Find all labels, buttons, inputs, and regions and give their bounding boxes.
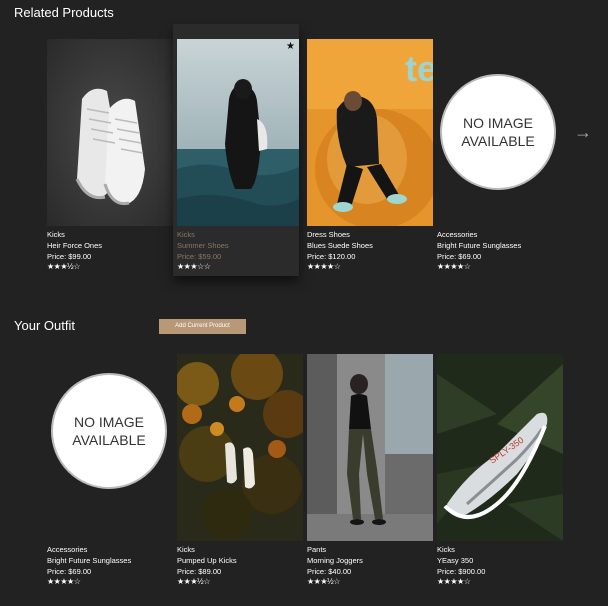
product-image[interactable] <box>177 354 303 541</box>
related-product-card-4[interactable]: NO IMAGE AVAILABLE Accessories Bright Fu… <box>437 24 563 271</box>
svg-text:te: te <box>405 48 433 89</box>
product-name: Bright Future Sunglasses <box>437 241 522 250</box>
product-name: Morning Joggers <box>307 556 363 565</box>
product-price: Price: $120.00 <box>307 252 356 261</box>
product-category: Kicks <box>47 230 65 239</box>
product-name: Heir Force Ones <box>47 241 103 250</box>
product-price: Price: $69.00 <box>437 252 482 261</box>
product-info: Kicks Heir Force Ones Price: $99.00 ★★★½… <box>47 229 173 272</box>
product-category: Kicks <box>177 230 195 239</box>
product-price: Price: $69.00 <box>47 567 92 576</box>
product-category: Kicks <box>177 545 195 554</box>
product-name: YEasy 350 <box>437 556 474 565</box>
product-name: Pumped Up Kicks <box>177 556 237 565</box>
outfit-product-card-3[interactable]: Pants Morning Joggers Price: $40.00 ★★★½… <box>307 339 433 586</box>
related-product-card-3[interactable]: te Dress Shoes Blues Suede Shoes Price: … <box>307 24 433 271</box>
related-product-card-2[interactable]: ★ Kicks Summer Shoes Price: $59.00 ★★★☆☆ <box>173 24 299 276</box>
product-name: Bright Future Sunglasses <box>47 556 132 565</box>
product-price: Price: $900.00 <box>437 567 486 576</box>
rating-stars: ★★★★☆ <box>47 577 81 586</box>
add-current-product-button[interactable]: Add Current Product <box>159 319 246 334</box>
product-image[interactable] <box>177 39 299 226</box>
next-arrow-icon[interactable]: → <box>574 122 592 143</box>
product-name: Blues Suede Shoes <box>307 241 373 250</box>
outfit-product-card-2[interactable]: Kicks Pumped Up Kicks Price: $89.00 ★★★½… <box>177 339 303 586</box>
rating-stars: ★★★★☆ <box>437 262 471 271</box>
product-price: Price: $89.00 <box>177 567 222 576</box>
no-image-text-line-2: AVAILABLE <box>72 432 146 448</box>
product-info: Kicks Summer Shoes Price: $59.00 ★★★☆☆ <box>177 229 303 272</box>
product-info: Pants Morning Joggers Price: $40.00 ★★★½… <box>307 544 433 587</box>
related-products-title: Related Products <box>14 5 114 20</box>
product-category: Accessories <box>47 545 88 554</box>
rating-stars: ★★★★☆ <box>307 262 341 271</box>
product-info: Accessories Bright Future Sunglasses Pri… <box>47 544 173 587</box>
product-category: Pants <box>307 545 327 554</box>
rating-stars: ★★★½☆ <box>177 577 210 586</box>
outfit-product-card-4[interactable]: SPLY-350 Kicks YEasy 350 Price: $900.00 … <box>437 339 563 586</box>
product-price: Price: $59.00 <box>177 252 222 261</box>
no-image-placeholder[interactable]: NO IMAGE AVAILABLE <box>440 74 556 190</box>
no-image-text-line-2: AVAILABLE <box>461 133 535 149</box>
rating-stars: ★★★½☆ <box>47 262 80 271</box>
product-category: Dress Shoes <box>307 230 350 239</box>
no-image-text-line-1: NO IMAGE <box>462 115 533 131</box>
rating-stars: ★★★★☆ <box>437 577 471 586</box>
rating-stars: ★★★☆☆ <box>177 262 211 271</box>
product-info: Accessories Bright Future Sunglasses Pri… <box>437 229 563 272</box>
product-image[interactable]: te <box>307 39 433 226</box>
favorite-star-icon[interactable]: ★ <box>286 42 296 52</box>
product-info: Kicks YEasy 350 Price: $900.00 ★★★★☆ <box>437 544 563 587</box>
product-info: Kicks Pumped Up Kicks Price: $89.00 ★★★½… <box>177 544 303 587</box>
product-price: Price: $40.00 <box>307 567 352 576</box>
product-category: Accessories <box>437 230 478 239</box>
product-price: Price: $99.00 <box>47 252 92 261</box>
product-category: Kicks <box>437 545 455 554</box>
product-image[interactable]: SPLY-350 <box>437 354 563 541</box>
product-image[interactable] <box>47 39 173 226</box>
related-product-card-1[interactable]: Kicks Heir Force Ones Price: $99.00 ★★★½… <box>47 24 173 271</box>
product-info: Dress Shoes Blues Suede Shoes Price: $12… <box>307 229 433 272</box>
no-image-text-line-1: NO IMAGE <box>73 414 144 430</box>
outfit-product-card-1[interactable]: NO IMAGE AVAILABLE Accessories Bright Fu… <box>47 339 173 586</box>
no-image-placeholder[interactable]: NO IMAGE AVAILABLE <box>51 373 167 489</box>
product-name: Summer Shoes <box>177 241 229 250</box>
your-outfit-title: Your Outfit <box>14 318 75 333</box>
product-image[interactable] <box>307 354 433 541</box>
rating-stars: ★★★½☆ <box>307 577 340 586</box>
